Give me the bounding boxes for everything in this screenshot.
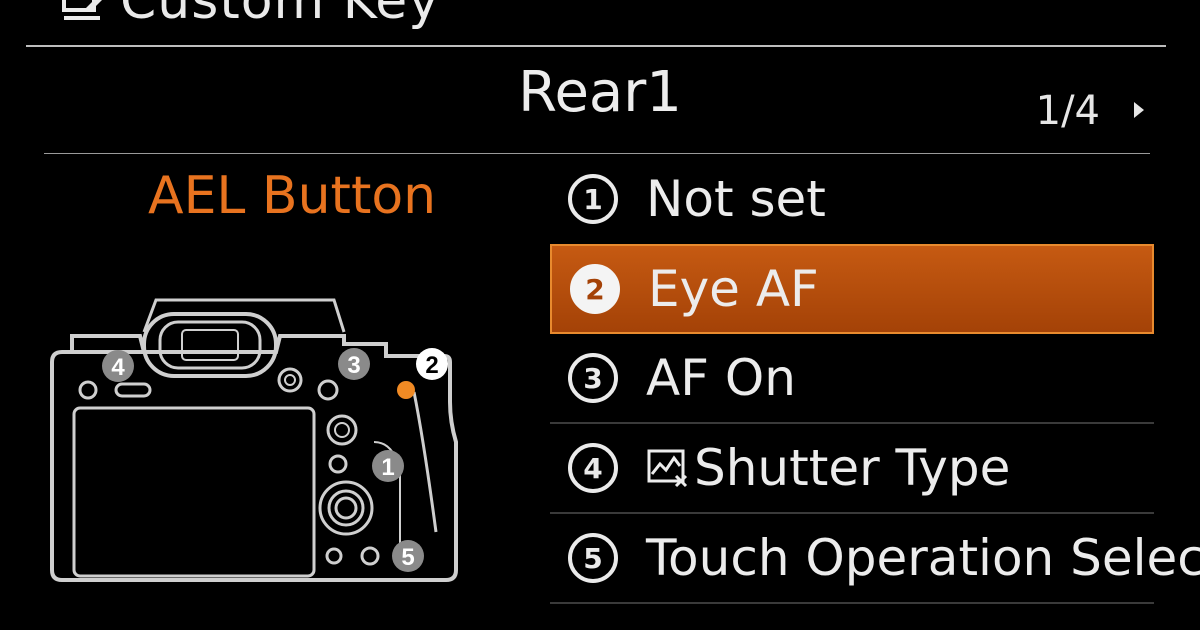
option-label: AF On <box>646 349 796 407</box>
title-divider <box>26 45 1166 47</box>
option-label: Shutter Type <box>694 439 1011 497</box>
option-label: Not set <box>646 170 826 228</box>
camera-rear-diagram: 4 3 2 1 5 <box>50 298 458 582</box>
title-bar: Custom Key <box>60 0 440 36</box>
svg-text:1: 1 <box>381 454 394 481</box>
option-label: Eye AF <box>648 260 819 318</box>
next-page-arrow-icon[interactable] <box>1134 102 1144 118</box>
option-not-set[interactable]: 1 Not set <box>550 154 1154 244</box>
svg-text:2: 2 <box>425 352 438 379</box>
option-eye-af[interactable]: 2 Eye AF <box>550 244 1154 334</box>
menu-title: Custom Key <box>120 0 441 31</box>
options-list: 1 Not set 2 Eye AF 3 AF On 4 Shutter Typ… <box>550 154 1200 604</box>
custom-key-icon <box>62 0 102 20</box>
marker-4: 4 <box>102 350 134 382</box>
marker-2: 2 <box>416 348 448 380</box>
option-number-badge: 2 <box>570 264 620 314</box>
marker-5: 5 <box>392 540 424 572</box>
svg-text:4: 4 <box>111 354 125 381</box>
option-number-badge: 4 <box>568 443 618 493</box>
marker-3: 3 <box>338 348 370 380</box>
marker-1: 1 <box>372 450 404 482</box>
selected-button-name: AEL Button <box>148 166 437 226</box>
svg-text:5: 5 <box>401 544 414 571</box>
page-heading: Rear1 <box>518 60 682 125</box>
option-number-badge: 1 <box>568 174 618 224</box>
option-touch-operation-select[interactable]: 5 Touch Operation Select <box>550 514 1200 604</box>
option-shutter-type[interactable]: 4 Shutter Type <box>550 424 1154 514</box>
option-af-on[interactable]: 3 AF On <box>550 334 1154 424</box>
option-number-badge: 3 <box>568 353 618 403</box>
ael-button-marker <box>397 381 415 399</box>
page-indicator: 1/4 <box>1035 88 1100 134</box>
option-number-badge: 5 <box>568 533 618 583</box>
svg-text:3: 3 <box>347 352 360 379</box>
option-label: Touch Operation Select <box>646 529 1200 587</box>
shutter-type-icon <box>647 449 688 488</box>
